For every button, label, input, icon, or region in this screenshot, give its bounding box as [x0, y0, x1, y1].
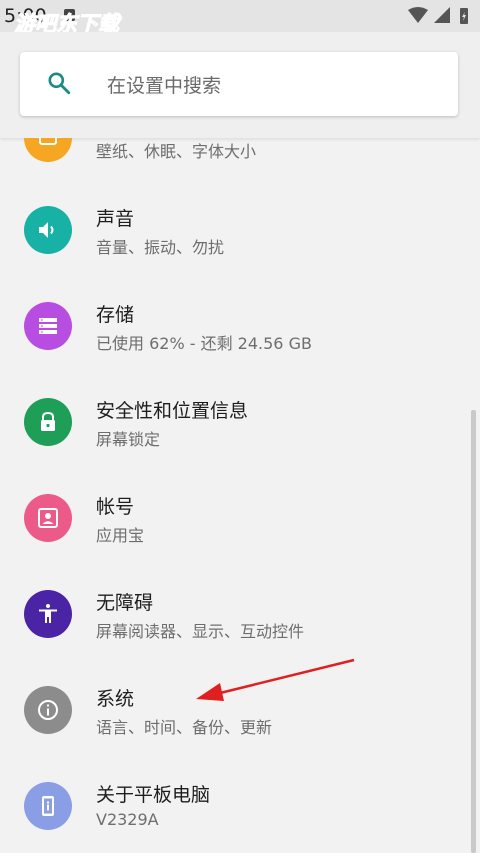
- status-bar: 5:00: [0, 0, 480, 32]
- settings-item-subtitle: 应用宝: [96, 526, 145, 545]
- settings-item-title: 安全性和位置信息: [96, 400, 249, 422]
- search-icon: [48, 72, 71, 95]
- lock-icon: [24, 398, 72, 446]
- settings-item-security[interactable]: 安全性和位置信息 屏幕锁定: [0, 374, 480, 470]
- status-time: 5:00: [4, 5, 47, 27]
- volume-icon: [24, 206, 72, 254]
- scrollbar[interactable]: [471, 410, 476, 853]
- settings-item-subtitle: 已使用 62% - 还剩 24.56 GB: [96, 334, 312, 353]
- settings-item-subtitle: 屏幕阅读器、显示、互动控件: [96, 622, 305, 641]
- wifi-icon: [408, 7, 428, 23]
- settings-item-subtitle: 语言、时间、备份、更新: [96, 718, 273, 737]
- settings-list: 壁纸、休眠、字体大小 声音 音量、振动、勿扰 存储 已使用 62% - 还剩 2…: [0, 138, 480, 853]
- settings-item-subtitle: 音量、振动、勿扰: [96, 238, 225, 257]
- wallpaper-icon: [24, 138, 72, 162]
- settings-item-subtitle: 屏幕锁定: [96, 430, 161, 449]
- settings-item-title: 系统: [96, 688, 135, 710]
- settings-item-sound[interactable]: 声音 音量、振动、勿扰: [0, 182, 480, 278]
- search-header: 在设置中搜索: [0, 32, 480, 138]
- search-bar[interactable]: 在设置中搜索: [20, 52, 458, 116]
- signal-icon: [434, 7, 450, 23]
- info-icon: [24, 686, 72, 734]
- settings-item-title: 无障碍: [96, 592, 154, 614]
- settings-item-subtitle: 壁纸、休眠、字体大小: [96, 142, 257, 161]
- settings-item-storage[interactable]: 存储 已使用 62% - 还剩 24.56 GB: [0, 278, 480, 374]
- accessibility-icon: [24, 590, 72, 638]
- phone-info-icon: [24, 782, 72, 830]
- notification-icon: [64, 9, 75, 21]
- settings-item-title: 声音: [96, 208, 135, 230]
- settings-item-accounts[interactable]: 帐号 应用宝: [0, 470, 480, 566]
- settings-item-system[interactable]: 系统 语言、时间、备份、更新: [0, 662, 480, 758]
- settings-item-subtitle: V2329A: [96, 810, 159, 829]
- status-icons: [408, 7, 468, 24]
- account-icon: [24, 494, 72, 542]
- settings-item-about[interactable]: 关于平板电脑 V2329A: [0, 758, 480, 853]
- settings-item-title: 存储: [96, 304, 135, 326]
- search-placeholder: 在设置中搜索: [107, 75, 222, 97]
- settings-item-display[interactable]: 壁纸、休眠、字体大小: [0, 138, 480, 186]
- settings-item-title: 帐号: [96, 496, 135, 518]
- storage-icon: [24, 302, 72, 350]
- settings-item-accessibility[interactable]: 无障碍 屏幕阅读器、显示、互动控件: [0, 566, 480, 662]
- settings-item-title: 关于平板电脑: [96, 784, 211, 806]
